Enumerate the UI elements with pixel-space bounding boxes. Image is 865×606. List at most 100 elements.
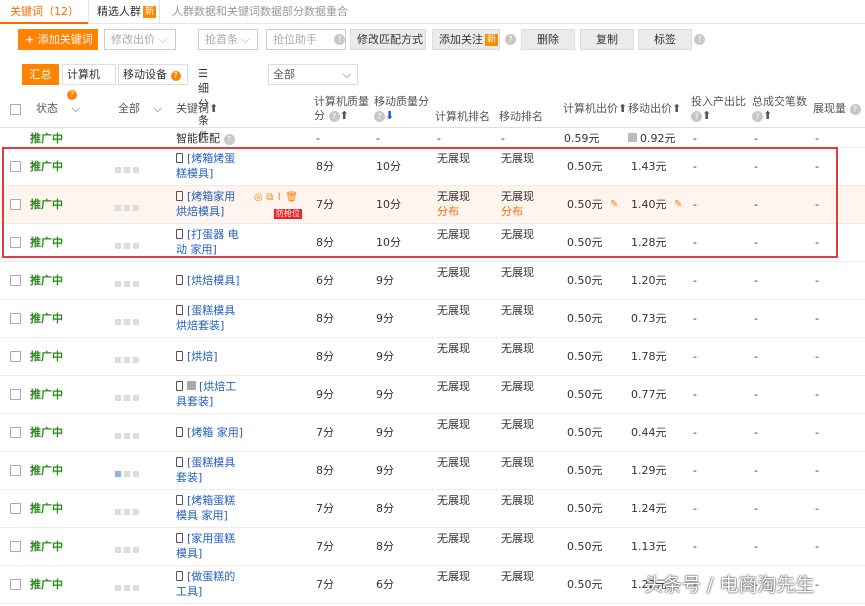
keyword-cell[interactable]: [烤箱 家用] [176, 425, 256, 440]
pc-bid[interactable]: 0.59元 [564, 131, 600, 146]
highlight-box [2, 147, 838, 258]
header-roi[interactable]: 投入产出比? ⬆ [691, 95, 751, 123]
keyword-text-line2[interactable]: 模具 家用] [176, 509, 228, 522]
tab-crowd[interactable]: 精选人群新 [88, 0, 160, 24]
keyword-cell[interactable]: [烘焙工具套装] [176, 379, 256, 409]
keyword-text-line2[interactable]: 工具] [176, 585, 202, 598]
mobile-bid[interactable]: 1.20元 [631, 273, 667, 288]
pc-quality: - [316, 132, 320, 145]
pc-bid[interactable]: 0.50元 [567, 387, 603, 402]
help-icon[interactable]: ? [505, 34, 516, 45]
mobile-bid[interactable]: 1.78元 [631, 349, 667, 364]
header-pc-rank: 计算机排名 [435, 110, 490, 123]
mobile-bid[interactable]: 0.92元 [628, 131, 676, 146]
grab-first-dropdown[interactable]: 抢首条 ⌵ [198, 29, 258, 50]
pc-bid[interactable]: 0.50元 [567, 349, 603, 364]
header-pc-bid-label: 计算机出价 [563, 102, 618, 115]
header-impressions[interactable]: 展现量 ? [813, 102, 861, 116]
keyword-text-line2[interactable]: 具套装] [176, 395, 213, 408]
header-all[interactable]: 全部 ⌵ [118, 102, 162, 116]
header-keyword[interactable]: 关键词⬆ [176, 102, 218, 116]
keyword-text-line1[interactable]: [烘焙] [187, 350, 218, 363]
delete-button[interactable]: 删除 [521, 29, 575, 50]
row-checkbox[interactable] [10, 389, 21, 400]
keyword-cell[interactable]: [家用蛋糕模具] [176, 531, 256, 561]
help-icon[interactable]: ? [334, 34, 345, 45]
pc-bid[interactable]: 0.50元 [567, 501, 603, 516]
select-all-checkbox[interactable] [10, 104, 21, 115]
mobile-rank-text: 无展现 [501, 304, 534, 317]
pc-rank: - [437, 132, 441, 145]
help-icon: ? [374, 111, 385, 122]
row-checkbox[interactable] [10, 503, 21, 514]
pc-bid[interactable]: 0.50元 [567, 273, 603, 288]
pc-bid[interactable]: 0.50元 [567, 539, 603, 554]
tag-button[interactable]: 标签 [638, 29, 692, 50]
row-checkbox[interactable] [10, 541, 21, 552]
impressions: - [815, 540, 819, 553]
keyword-cell[interactable]: [烤箱蛋糕模具 家用] [176, 493, 256, 523]
header-pc-bid[interactable]: 计算机出价⬆ [563, 102, 627, 116]
pc-quality: 7分 [316, 578, 334, 591]
header-pc-quality[interactable]: 计算机质量分 ? ⬆ [314, 95, 374, 123]
filter-computer[interactable]: 计算机 ? [62, 64, 116, 100]
help-icon: ? [223, 134, 235, 145]
change-bid-dropdown[interactable]: 修改出价 ⌵ [104, 29, 176, 50]
help-icon[interactable]: ? [694, 34, 705, 45]
pc-bid[interactable]: 0.50元 [567, 425, 603, 440]
filter-mobile-label: 移动设备 [123, 68, 167, 81]
keyword-text-line1[interactable]: [烤箱 家用] [187, 426, 243, 439]
row-checkbox[interactable] [10, 465, 21, 476]
filter-summary[interactable]: 汇总 [22, 64, 59, 85]
table-row: 推广中 [蛋糕模具 烘焙套装] 8分 9分 无展现 无展现 0.50元 0.73元 - - - [0, 300, 865, 338]
header-total-orders[interactable]: 总成交笔数? ⬆ [752, 95, 812, 123]
mobile-bid[interactable]: 1.29元 [631, 463, 667, 478]
mobile-device-icon [176, 351, 183, 361]
mobile-bid[interactable]: 1.24元 [631, 501, 667, 516]
keyword-cell[interactable]: [做蛋糕的工具] [176, 569, 256, 599]
mobile-bid[interactable]: 0.77元 [631, 387, 667, 402]
keyword-cell[interactable]: [蛋糕模具套装] [176, 455, 256, 485]
detail-filter-select[interactable]: 全部 ⌵ [268, 64, 358, 85]
keyword-text-line1[interactable]: [烤箱蛋糕 [187, 494, 235, 507]
row-checkbox[interactable] [10, 351, 21, 362]
roi: - [693, 388, 697, 401]
tab-keywords[interactable]: 关键词（12） [0, 0, 88, 24]
mobile-bid[interactable]: 0.44元 [631, 425, 667, 440]
header-mobile-quality[interactable]: 移动质量分 ? ⬇ [374, 95, 434, 123]
keyword-cell[interactable]: [蛋糕模具烘焙套装] [176, 303, 256, 333]
mobile-bid[interactable]: 0.73元 [631, 311, 667, 326]
pc-rank-text: 无展现 [437, 380, 470, 393]
keyword-text-line2[interactable]: 模具] [176, 547, 202, 560]
mobile-quality: 6分 [376, 578, 394, 591]
mobile-bid[interactable]: 1.13元 [631, 539, 667, 554]
keyword-text-line1[interactable]: [烘焙模具] [187, 274, 240, 287]
keyword-text-line2[interactable]: 烘焙套装] [176, 319, 224, 332]
new-badge: 新 [143, 6, 157, 18]
copy-button[interactable]: 复制 [580, 29, 634, 50]
keyword-text-line2[interactable]: 套装] [176, 471, 202, 484]
header-status[interactable]: 状态 ⌵ [36, 102, 80, 116]
row-checkbox[interactable] [10, 313, 21, 324]
add-follow-button[interactable]: 添加关注新 [432, 29, 500, 50]
change-match-button[interactable]: 修改匹配方式 [350, 29, 426, 50]
row-checkbox[interactable] [10, 275, 21, 286]
pc-bid[interactable]: 0.50元 [567, 577, 603, 592]
row-checkbox[interactable] [10, 579, 21, 590]
pc-bid[interactable]: 0.50元 [567, 463, 603, 478]
mobile-quality: 8分 [376, 502, 394, 515]
keyword-cell[interactable]: [烘焙] [176, 349, 256, 364]
quality-blocks [115, 391, 142, 401]
header-mobile-bid[interactable]: 移动出价⬆ [628, 102, 681, 116]
keyword-text-line1[interactable]: [家用蛋糕 [187, 532, 235, 545]
keyword-cell[interactable]: [烘焙模具] [176, 273, 256, 288]
keyword-text-line1[interactable]: [烘焙工 [199, 380, 236, 393]
help-icon: ? [849, 104, 861, 115]
add-keyword-button[interactable]: + 添加关键词 [18, 29, 98, 50]
row-checkbox[interactable] [10, 427, 21, 438]
keyword-text-line1[interactable]: [做蛋糕的 [187, 570, 235, 583]
keyword-text-line1[interactable]: [蛋糕模具 [187, 456, 235, 469]
keyword-text-line1[interactable]: [蛋糕模具 [187, 304, 235, 317]
pc-bid[interactable]: 0.50元 [567, 311, 603, 326]
filter-mobile[interactable]: 移动设备 ? [118, 64, 188, 85]
